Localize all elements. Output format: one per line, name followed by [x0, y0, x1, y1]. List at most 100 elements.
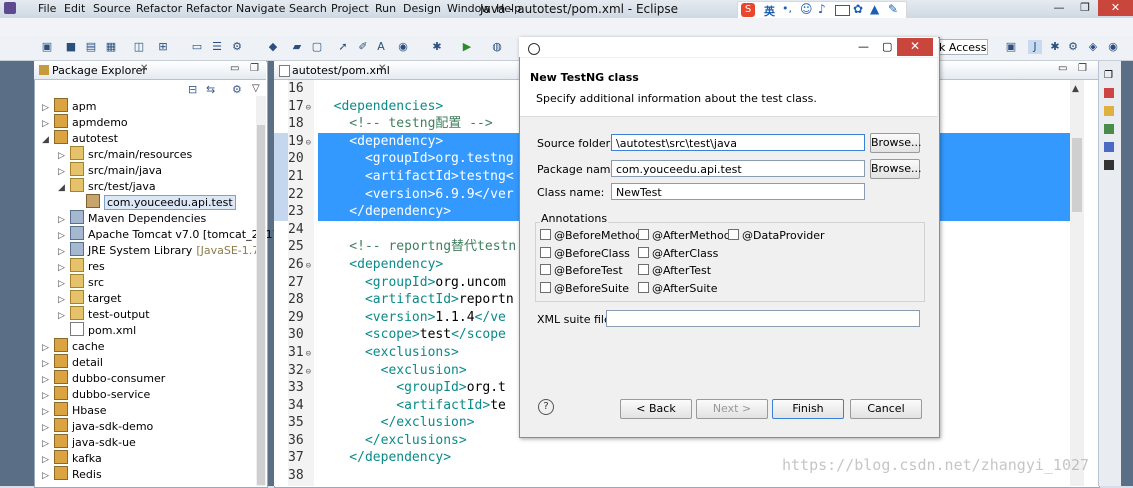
menu-window[interactable]: Window — [447, 2, 490, 15]
class-name-field[interactable]: NewTest — [611, 183, 865, 200]
menu-edit[interactable]: Edit — [64, 2, 85, 15]
close-icon[interactable]: ✕ — [1098, 0, 1133, 16]
server-icon[interactable]: ⚙ — [230, 40, 244, 54]
save-all-icon[interactable]: ▤ — [84, 40, 98, 54]
ime-language[interactable]: 英 — [764, 3, 775, 19]
annotation-checkbox[interactable]: @BeforeTest — [540, 264, 623, 277]
annotation-checkbox[interactable]: @BeforeSuite — [540, 281, 629, 295]
annotation-checkbox[interactable]: @AfterTest — [638, 264, 711, 277]
minimize-view-icon[interactable]: ▭ — [230, 63, 239, 74]
tree-item[interactable]: ▷ dubbo-service — [42, 386, 254, 402]
quick-access-input[interactable]: k Access — [936, 39, 988, 55]
tools-icon[interactable]: ✎ — [888, 2, 898, 16]
tree-item[interactable]: ▷ Apache Tomcat v7.0 [tomcat_201706 — [42, 226, 294, 242]
package-icon[interactable]: ◉ — [396, 40, 410, 54]
emoji-icon[interactable]: ☺ — [800, 2, 813, 16]
monitor-icon[interactable]: ▢ — [310, 40, 324, 54]
link-editor-icon[interactable]: ⇆ — [206, 83, 215, 96]
collapse-all-icon[interactable]: ⊟ — [188, 83, 197, 96]
view-menu-chevron-icon[interactable]: ▽ — [252, 83, 260, 94]
open-folder-icon[interactable]: ▰ — [290, 40, 304, 54]
git-perspective-icon[interactable]: ◈ — [1086, 40, 1100, 54]
pointer-icon[interactable]: ➚ — [336, 40, 350, 54]
tree-item[interactable]: ▷ target — [42, 290, 254, 306]
menu-help[interactable]: Help — [496, 2, 521, 15]
menu-file[interactable]: File — [38, 2, 56, 15]
console-icon[interactable]: ▭ — [190, 40, 204, 54]
expand-chevron-icon[interactable]: ▷ — [42, 468, 54, 484]
close-editor-icon[interactable]: ✕ — [378, 63, 386, 74]
cancel-button[interactable]: Cancel — [850, 399, 922, 419]
editor-scroll-thumb[interactable] — [1072, 138, 1082, 212]
tree-item[interactable]: ▷ java-sdk-demo — [42, 418, 254, 434]
menu-source[interactable]: Source — [93, 2, 131, 15]
expand-chevron-icon[interactable]: ◢ — [58, 180, 70, 196]
menu-project[interactable]: Project — [331, 2, 369, 15]
debug-perspective-icon[interactable]: ✱ — [1048, 40, 1062, 54]
dialog-maximize-icon[interactable]: ▢ — [882, 40, 892, 53]
problems-icon[interactable] — [1104, 124, 1114, 134]
tree-item[interactable]: pom.xml — [42, 322, 254, 338]
menu-search[interactable]: Search — [289, 2, 327, 15]
svn-perspective-icon[interactable]: ◉ — [1106, 40, 1120, 54]
scroll-up-icon[interactable]: ▲ — [1072, 84, 1079, 94]
toggle-icon[interactable]: ⊞ — [156, 40, 170, 54]
menu-run[interactable]: Run — [375, 2, 396, 15]
new-icon[interactable]: ▣ — [40, 40, 54, 54]
maximize-editor-icon[interactable]: ❐ — [1078, 63, 1087, 74]
expand-chevron-icon[interactable]: ◢ — [42, 132, 54, 148]
servers-view-icon[interactable] — [1104, 160, 1114, 170]
browse-package-button[interactable]: Browse... — [870, 159, 922, 179]
fold-toggle-icon[interactable]: ⊖ — [306, 103, 311, 113]
sogou-icon[interactable]: S — [741, 3, 755, 17]
tree-item[interactable]: ▷ src/main/java — [42, 162, 254, 178]
annotation-checkbox[interactable]: @BeforeMethod — [540, 229, 642, 242]
tree-item[interactable]: ▷ res — [42, 258, 254, 274]
tree-item[interactable]: ▷ Hbase — [42, 402, 254, 418]
run-icon[interactable]: ▶ — [460, 40, 474, 54]
menu-refactor[interactable]: Refactor — [136, 2, 182, 15]
tree-item[interactable]: ▷ kafka — [42, 450, 254, 466]
tree-item[interactable]: ◢ src/test/java — [42, 178, 254, 194]
task-icon[interactable]: ☰ — [210, 40, 224, 54]
open-perspective-icon[interactable]: ▣ — [1004, 40, 1018, 54]
restore-icon[interactable]: ❐ — [1104, 70, 1113, 81]
letter-icon[interactable]: A — [374, 40, 388, 54]
checkbox-icon[interactable] — [638, 264, 649, 275]
microphone-icon[interactable]: ♪ — [818, 2, 826, 16]
pin-icon[interactable]: ✐ — [356, 40, 370, 54]
maximize-icon[interactable]: ❐ — [1072, 0, 1098, 16]
help-icon[interactable]: ? — [538, 399, 554, 415]
tree-item[interactable]: ▷ apmdemo — [42, 114, 254, 130]
tasks-icon[interactable] — [1104, 106, 1114, 116]
external-tools-icon[interactable]: ◍ — [490, 40, 504, 54]
shirt-icon[interactable]: ▲ — [870, 2, 879, 16]
next-button[interactable]: Next > — [696, 399, 768, 419]
minimize-editor-icon[interactable]: ▭ — [1058, 63, 1067, 74]
skin-icon[interactable]: ✿ — [853, 2, 863, 16]
punctuation-icon[interactable]: •, — [782, 2, 792, 15]
source-folder-field[interactable]: \autotest\src\test\java — [611, 134, 865, 151]
menu-refactor-2[interactable]: Refactor — [186, 2, 232, 15]
tree-item[interactable]: ▷ cache — [42, 338, 254, 354]
fold-toggle-icon[interactable]: ⊖ — [306, 261, 311, 271]
annotation-checkbox[interactable]: @BeforeClass — [540, 246, 630, 260]
checkbox-icon[interactable] — [540, 281, 551, 293]
dialog-minimize-icon[interactable]: — — [858, 40, 869, 53]
package-explorer-title[interactable]: Package Explorer — [52, 64, 147, 77]
menu-design[interactable]: Design — [403, 2, 441, 15]
maximize-view-icon[interactable]: ❐ — [250, 63, 259, 74]
console-view-icon[interactable] — [1104, 142, 1114, 152]
tree-item[interactable]: ▷ Maven Dependencies — [42, 210, 254, 226]
tree-item[interactable]: ▷ detail — [42, 354, 254, 370]
menu-navigate[interactable]: Navigate — [236, 2, 285, 15]
team-perspective-icon[interactable]: ⚙ — [1066, 40, 1080, 54]
checkbox-icon[interactable] — [638, 246, 649, 258]
editor-tab-pom[interactable]: autotest/pom.xml — [292, 64, 390, 77]
package-name-field[interactable]: com.youceedu.api.test — [611, 160, 865, 177]
tree-item[interactable]: ▷ dubbo-consumer — [42, 370, 254, 386]
fold-toggle-icon[interactable]: ⊖ — [306, 349, 311, 359]
fold-toggle-icon[interactable]: ⊖ — [306, 138, 311, 148]
package-explorer-scroll-thumb[interactable] — [257, 125, 265, 485]
dialog-close-icon[interactable]: ✕ — [897, 38, 933, 56]
